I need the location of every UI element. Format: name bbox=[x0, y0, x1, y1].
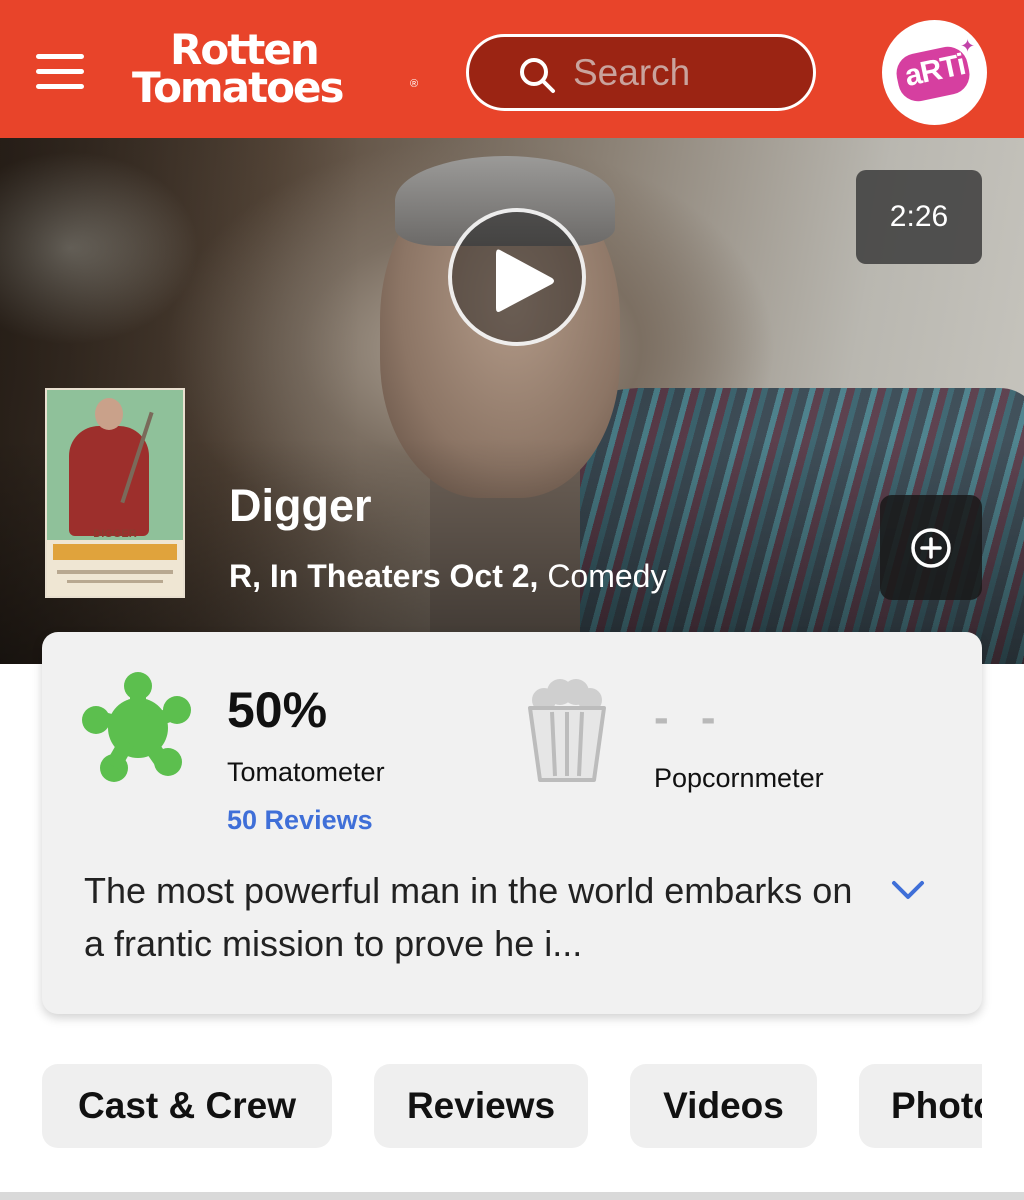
tomatometer-score: 50% bbox=[227, 682, 328, 738]
hero-trailer: 2:26 DIGGER Digger R, In Theaters Oct 2,… bbox=[0, 138, 1024, 664]
play-icon bbox=[496, 249, 554, 312]
section-tabs: Cast & Crew Reviews Videos Photos bbox=[42, 1064, 982, 1148]
top-header: Rotten Tomatoes ® Search aRTi ✦ bbox=[0, 0, 1024, 138]
menu-bar bbox=[36, 69, 84, 74]
tomatometer-label: Tomatometer bbox=[227, 757, 385, 787]
genre: Comedy bbox=[547, 558, 667, 594]
arti-avatar[interactable]: aRTi ✦ bbox=[882, 20, 987, 125]
tab-reviews[interactable]: Reviews bbox=[374, 1064, 588, 1148]
rating-release: R, In Theaters Oct 2, bbox=[229, 558, 539, 594]
movie-poster[interactable]: DIGGER bbox=[45, 388, 185, 598]
synopsis-text: The most powerful man in the world embar… bbox=[84, 870, 853, 964]
tab-videos[interactable]: Videos bbox=[630, 1064, 817, 1148]
popcornmeter-label: Popcornmeter bbox=[654, 763, 824, 793]
poster-credits bbox=[67, 580, 163, 583]
rotten-tomatoes-logo[interactable]: Rotten Tomatoes ® bbox=[132, 28, 422, 114]
bottom-divider bbox=[0, 1192, 1024, 1200]
menu-bar bbox=[36, 84, 84, 89]
add-to-watchlist-button[interactable] bbox=[880, 495, 982, 600]
popcorn-bucket-icon bbox=[528, 679, 606, 782]
tab-cast-crew[interactable]: Cast & Crew bbox=[42, 1064, 332, 1148]
poster-figure bbox=[69, 426, 149, 536]
reviews-count-link[interactable]: 50 Reviews bbox=[227, 804, 373, 836]
search-icon bbox=[520, 58, 555, 93]
score-card: 50% Tomatometer 50 Reviews - - Popcornme… bbox=[42, 632, 982, 1014]
menu-icon[interactable] bbox=[36, 52, 86, 92]
logo-registered-mark: ® bbox=[410, 78, 419, 90]
tomatometer-splat-icon bbox=[82, 672, 191, 782]
trailer-duration: 2:26 bbox=[856, 170, 982, 264]
poster-title: DIGGER bbox=[93, 528, 137, 540]
popcornmeter-score: - - bbox=[654, 693, 726, 742]
sparkle-icon: ✦ bbox=[960, 36, 976, 56]
add-icon bbox=[911, 528, 951, 568]
chevron-down-icon[interactable] bbox=[890, 878, 926, 902]
logo-line2: Tomatoes bbox=[132, 63, 344, 112]
movie-meta: R, In Theaters Oct 2, Comedy bbox=[229, 556, 666, 596]
movie-title: Digger bbox=[229, 480, 372, 531]
play-trailer-button[interactable] bbox=[448, 208, 586, 346]
menu-bar bbox=[36, 54, 84, 59]
poster-credits bbox=[57, 570, 173, 574]
poster-band bbox=[53, 544, 177, 560]
search-input[interactable]: Search bbox=[466, 34, 816, 111]
tab-photos[interactable]: Photos bbox=[859, 1064, 982, 1148]
poster-head bbox=[95, 398, 123, 430]
search-placeholder: Search bbox=[573, 52, 691, 93]
